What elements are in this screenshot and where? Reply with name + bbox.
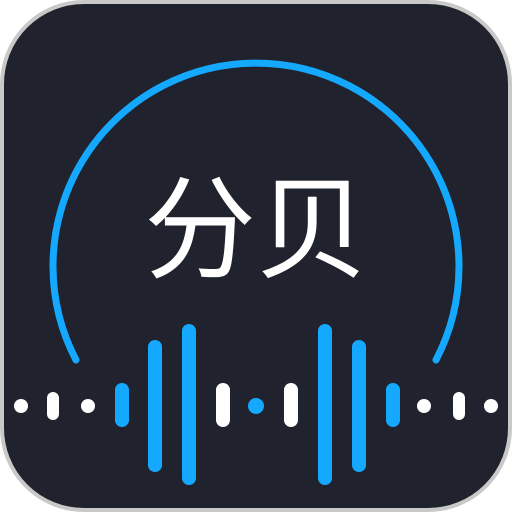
wave-bar bbox=[47, 392, 59, 420]
wave-dot bbox=[248, 398, 264, 414]
wave-bar bbox=[284, 383, 298, 427]
wave-dot bbox=[81, 399, 95, 413]
wave-bar bbox=[182, 324, 196, 485]
app-title: 分贝 bbox=[144, 166, 368, 296]
wave-bar bbox=[453, 392, 465, 420]
wave-dot bbox=[14, 399, 28, 413]
wave-bar bbox=[216, 383, 230, 427]
wave-dot bbox=[484, 399, 498, 413]
wave-bar bbox=[318, 324, 332, 485]
wave-dot bbox=[417, 399, 431, 413]
wave-bar bbox=[352, 340, 366, 472]
wave-bar bbox=[386, 383, 400, 427]
app-icon: 分贝 bbox=[0, 0, 512, 512]
wave-bar bbox=[115, 383, 129, 427]
wave-bar bbox=[148, 340, 162, 472]
